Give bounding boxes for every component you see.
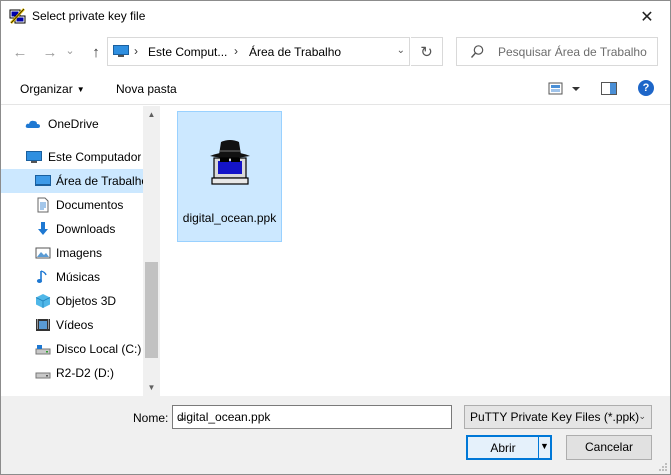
- chevron-down-icon: ⌄: [65, 44, 75, 57]
- drive-icon: [35, 345, 51, 355]
- videos-icon: [36, 319, 50, 331]
- title-bar: Select private key file ✕: [1, 1, 670, 32]
- sidebar-item-documents[interactable]: Documentos: [1, 193, 143, 217]
- drive-icon: [35, 372, 51, 379]
- file-name-label: Nome:: [133, 411, 169, 425]
- sidebar-item-music[interactable]: Músicas: [1, 265, 143, 289]
- file-type-value: PuTTY Private Key Files (*.ppk): [470, 410, 640, 424]
- computer-icon: [26, 151, 42, 163]
- chevron-down-icon[interactable]: ⌄: [177, 410, 447, 424]
- window-title: Select private key file: [32, 9, 146, 23]
- breadcrumb-desktop[interactable]: Área de Trabalho: [249, 45, 341, 59]
- objects-3d-icon: [35, 294, 51, 308]
- sidebar-item-this-pc[interactable]: Este Computador: [1, 145, 143, 169]
- arrow-left-icon: ←: [12, 43, 28, 61]
- breadcrumb-separator: ›: [234, 44, 238, 58]
- close-icon: ✕: [640, 8, 654, 26]
- cloud-icon: [25, 120, 40, 128]
- close-button[interactable]: ✕: [624, 1, 670, 32]
- sidebar-item-pictures[interactable]: Imagens: [1, 241, 143, 265]
- breadcrumb-this-pc[interactable]: Este Comput...: [148, 45, 227, 59]
- scroll-down-icon[interactable]: ▼: [143, 379, 160, 396]
- forward-button[interactable]: →: [39, 40, 61, 64]
- caret-down-icon[interactable]: ▼: [540, 441, 549, 451]
- help-icon[interactable]: ?: [638, 80, 654, 96]
- resize-grip-icon[interactable]: [658, 462, 668, 472]
- desktop-icon: [35, 175, 51, 186]
- recent-locations-button[interactable]: ⌄: [63, 38, 77, 62]
- back-button[interactable]: ←: [9, 40, 31, 64]
- refresh-icon: ↻: [420, 43, 433, 61]
- sidebar-item-local-disk-c[interactable]: Disco Local (C:): [1, 337, 143, 361]
- file-dialog: Select private key file ✕ ← → ⌄ ↑ › Este…: [0, 0, 671, 475]
- cancel-button[interactable]: Cancelar: [566, 435, 652, 460]
- navigation-pane: OneDrive Este Computador Área de Trabalh…: [1, 106, 160, 396]
- sidebar-item-drive-d[interactable]: R2-D2 (D:): [1, 361, 143, 385]
- file-name: digital_ocean.ppk: [182, 211, 277, 225]
- command-bar: Organizar ▼ Nova pasta ?: [1, 72, 670, 105]
- music-icon: [36, 270, 47, 283]
- organize-menu-button[interactable]: Organizar ▼: [20, 82, 85, 96]
- breadcrumb-separator: ›: [134, 44, 138, 58]
- search-icon: [470, 45, 484, 58]
- scrollbar-thumb[interactable]: [145, 262, 158, 358]
- file-list: digital_ocean.ppk: [161, 106, 670, 396]
- split-divider: [538, 437, 539, 458]
- open-button-label: Abrir: [490, 441, 516, 455]
- file-type-select[interactable]: PuTTY Private Key Files (*.ppk) ⌄: [464, 405, 652, 429]
- computer-icon: [113, 45, 129, 57]
- chevron-down-icon: ⌄: [396, 45, 405, 56]
- new-folder-button[interactable]: Nova pasta: [116, 82, 177, 96]
- dialog-footer: Nome: digital_ocean.ppk ⌄ PuTTY Private …: [1, 396, 670, 474]
- navigation-pane-scrollbar[interactable]: ▲ ▼: [143, 106, 160, 396]
- arrow-up-icon: ↑: [92, 43, 100, 61]
- sidebar-item-desktop[interactable]: Área de Trabalho: [1, 169, 143, 193]
- pictures-icon: [35, 247, 51, 259]
- putty-app-icon: [9, 8, 26, 24]
- organize-label: Organizar: [20, 82, 73, 96]
- chevron-down-icon: ⌄: [638, 411, 646, 421]
- sidebar-item-3d-objects[interactable]: Objetos 3D: [1, 289, 143, 313]
- sidebar-item-onedrive[interactable]: OneDrive: [1, 112, 143, 136]
- refresh-button[interactable]: ↻: [411, 37, 443, 66]
- preview-pane-icon[interactable]: [601, 82, 617, 95]
- search-box[interactable]: Pesquisar Área de Trabalho: [456, 37, 658, 66]
- search-placeholder: Pesquisar Área de Trabalho: [498, 45, 647, 59]
- caret-down-icon: ▼: [76, 85, 85, 94]
- address-history-dropdown[interactable]: ⌄: [397, 45, 405, 56]
- open-button[interactable]: Abrir ▼: [466, 435, 552, 460]
- up-button[interactable]: ↑: [85, 40, 107, 64]
- documents-icon: [37, 197, 49, 213]
- view-options-icon[interactable]: [548, 81, 582, 97]
- sidebar-item-downloads[interactable]: Downloads: [1, 217, 143, 241]
- downloads-icon: [38, 222, 48, 235]
- arrow-right-icon: →: [42, 43, 58, 61]
- file-name-input[interactable]: digital_ocean.ppk ⌄: [172, 405, 452, 429]
- navigation-bar: ← → ⌄ ↑ › Este Comput... › Área de Traba…: [1, 32, 670, 72]
- scroll-up-icon[interactable]: ▲: [143, 106, 160, 123]
- address-bar[interactable]: › Este Comput... › Área de Trabalho ⌄: [107, 37, 410, 66]
- putty-key-icon: [210, 140, 250, 185]
- file-item[interactable]: digital_ocean.ppk: [177, 111, 282, 242]
- sidebar-item-videos[interactable]: Vídeos: [1, 313, 143, 337]
